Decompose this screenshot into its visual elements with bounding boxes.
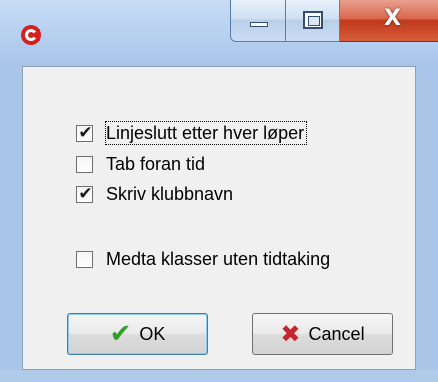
close-button[interactable]: X xyxy=(340,0,438,42)
close-icon: X xyxy=(384,6,401,31)
checkmark-icon: ✔ xyxy=(109,319,132,349)
option-label: Medta klasser uten tidtaking xyxy=(106,249,331,269)
maximize-button[interactable] xyxy=(286,0,340,42)
checkbox-medta-klasser[interactable] xyxy=(76,250,93,268)
option-label: Tab foran tid xyxy=(106,154,206,174)
checkbox-tab-foran-tid[interactable] xyxy=(76,155,93,173)
app-logo-icon xyxy=(21,25,41,45)
option-linjeslutt[interactable]: ✔ Linjeslutt etter hver løper xyxy=(76,120,308,146)
cross-icon: ✖ xyxy=(280,320,301,348)
option-skriv-klubbnavn[interactable]: ✔ Skriv klubbnavn xyxy=(76,181,233,207)
checkbox-skriv-klubbnavn[interactable]: ✔ xyxy=(76,183,93,204)
cancel-button-label: Cancel xyxy=(308,323,365,344)
window-frame-bottom xyxy=(0,370,438,382)
minimize-button[interactable] xyxy=(230,0,286,42)
checkmark-icon: ✔ xyxy=(78,122,93,143)
minimize-icon xyxy=(250,22,268,27)
ok-button-label: OK xyxy=(139,323,166,344)
title-bar[interactable]: X xyxy=(0,0,438,66)
option-label: Linjeslutt etter hver løper xyxy=(104,121,308,145)
cancel-button[interactable]: ✖ Cancel xyxy=(252,313,393,355)
caption-buttons: X xyxy=(230,0,438,42)
checkbox-linjeslutt[interactable]: ✔ xyxy=(76,122,93,143)
dialog-window: X ✔ Linjeslutt etter hver løper Tab fora… xyxy=(0,0,438,382)
option-medta-klasser[interactable]: Medta klasser uten tidtaking xyxy=(76,246,330,272)
option-tab-foran-tid[interactable]: Tab foran tid xyxy=(76,151,205,177)
option-label: Skriv klubbnavn xyxy=(106,184,234,204)
dialog-content: ✔ Linjeslutt etter hver løper Tab foran … xyxy=(22,66,416,370)
maximize-icon xyxy=(303,11,323,29)
checkmark-icon: ✔ xyxy=(78,183,93,204)
ok-button[interactable]: ✔ OK xyxy=(67,313,208,355)
